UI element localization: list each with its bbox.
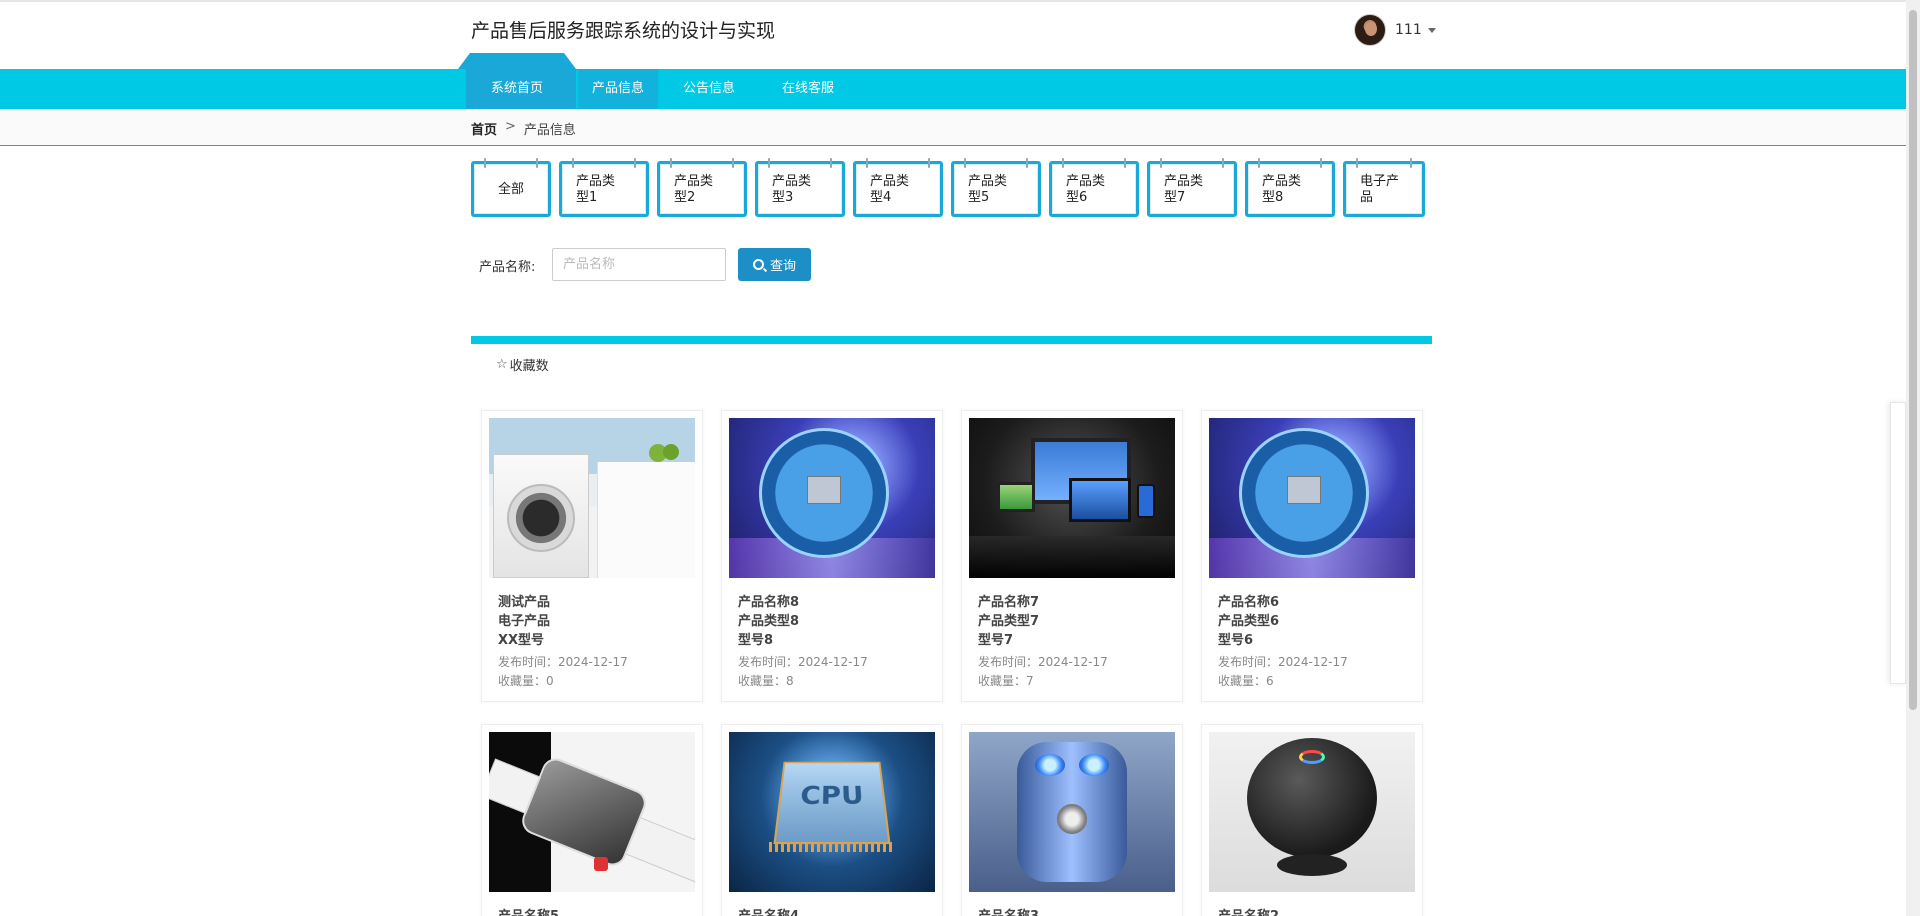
category-type-6[interactable]: 产品类型6	[1049, 158, 1139, 217]
product-card[interactable]: 产品名称3	[961, 724, 1183, 916]
search-button-label: 查询	[769, 259, 796, 274]
sort-bar-accent	[471, 336, 1432, 344]
product-name: 产品名称7	[978, 595, 1040, 610]
main-nav	[0, 69, 1906, 109]
product-model: 型号8	[738, 633, 774, 648]
product-card[interactable]: 测试产品 电子产品 XX型号 发布时间：2024-12-17 收藏量：0	[481, 410, 703, 702]
product-card[interactable]: 产品名称7 产品类型7 型号7 发布时间：2024-12-17 收藏量：7	[961, 410, 1183, 702]
nav-home-tab[interactable]: 系统首页	[458, 53, 576, 109]
search-label: 产品名称:	[479, 260, 536, 275]
page-header: 产品售后服务跟踪系统的设计与实现 111	[0, 2, 1920, 68]
product-image[interactable]	[969, 732, 1175, 892]
product-card[interactable]: CPU 产品名称4	[721, 724, 943, 916]
category-label: 产品类型1	[576, 174, 616, 205]
category-type-5[interactable]: 产品类型5	[951, 158, 1041, 217]
side-panel[interactable]	[1890, 402, 1906, 684]
product-model: 型号6	[1218, 633, 1254, 648]
category-label: 电子产品	[1360, 174, 1400, 205]
product-favorites: 收藏量：0	[498, 674, 554, 688]
product-publish-date: 发布时间：2024-12-17	[498, 655, 628, 669]
category-label: 产品类型8	[1262, 174, 1302, 205]
site-title: 产品售后服务跟踪系统的设计与实现	[471, 20, 776, 42]
category-type-8[interactable]: 产品类型8	[1245, 158, 1335, 217]
breadcrumb-bar: 首页 > 产品信息	[0, 110, 1906, 146]
chevron-down-icon[interactable]	[1427, 27, 1436, 33]
product-image[interactable]	[729, 418, 935, 578]
product-name-input[interactable]	[552, 248, 726, 281]
sort-label: 收藏数	[509, 359, 549, 374]
category-label: 产品类型4	[870, 174, 910, 205]
star-icon: ☆	[496, 357, 508, 372]
category-type-1[interactable]: 产品类型1	[559, 158, 649, 217]
product-name: 产品名称3	[978, 905, 1039, 916]
nav-item-products[interactable]: 产品信息	[578, 69, 658, 109]
nav-item-announcements[interactable]: 公告信息	[668, 69, 750, 109]
search-button[interactable]: 查询	[738, 248, 811, 281]
product-publish-date: 发布时间：2024-12-17	[738, 655, 868, 669]
product-card[interactable]: 产品名称8 产品类型8 型号8 发布时间：2024-12-17 收藏量：8	[721, 410, 943, 702]
product-card[interactable]: 产品名称6 产品类型6 型号6 发布时间：2024-12-17 收藏量：6	[1201, 410, 1423, 702]
breadcrumb: 首页 > 产品信息	[471, 119, 576, 138]
product-card[interactable]: 产品名称2	[1201, 724, 1423, 916]
category-label: 产品类型3	[772, 174, 812, 205]
product-type: 产品类型8	[738, 614, 800, 629]
category-type-4[interactable]: 产品类型4	[853, 158, 943, 217]
product-publish-date: 发布时间：2024-12-17	[1218, 655, 1348, 669]
product-image[interactable]: CPU	[729, 732, 935, 892]
product-name: 产品名称6	[1218, 595, 1280, 610]
category-label: 全部	[497, 182, 524, 197]
product-card[interactable]: 产品名称5	[481, 724, 703, 916]
product-image[interactable]	[969, 418, 1175, 578]
scrollbar-thumb[interactable]	[1909, 10, 1917, 710]
product-favorites: 收藏量：7	[978, 674, 1034, 688]
avatar[interactable]	[1354, 14, 1386, 46]
product-type: 产品类型6	[1218, 614, 1280, 629]
product-name: 测试产品	[498, 595, 551, 610]
product-name: 产品名称2	[1218, 905, 1279, 916]
product-model: 型号7	[978, 633, 1014, 648]
breadcrumb-home[interactable]: 首页	[471, 119, 497, 138]
product-name: 产品名称8	[738, 595, 800, 610]
username[interactable]: 111	[1395, 22, 1422, 38]
category-type-2[interactable]: 产品类型2	[657, 158, 747, 217]
product-image[interactable]	[489, 418, 695, 578]
product-image[interactable]	[1209, 732, 1415, 892]
user-menu[interactable]: 111	[1354, 13, 1436, 47]
sort-by-favorites[interactable]: ☆ 收藏数	[496, 355, 549, 374]
product-publish-date: 发布时间：2024-12-17	[978, 655, 1108, 669]
nav-item-online-service[interactable]: 在线客服	[766, 69, 850, 109]
category-type-3[interactable]: 产品类型3	[755, 158, 845, 217]
product-image[interactable]	[489, 732, 695, 892]
product-favorites: 收藏量：8	[738, 674, 794, 688]
product-name: 产品名称5	[498, 905, 559, 916]
breadcrumb-separator: >	[505, 119, 516, 134]
product-favorites: 收藏量：6	[1218, 674, 1274, 688]
category-type-7[interactable]: 产品类型7	[1147, 158, 1237, 217]
category-label: 产品类型6	[1066, 174, 1106, 205]
product-type: 产品类型7	[978, 614, 1040, 629]
product-type: 电子产品	[498, 614, 551, 629]
category-label: 产品类型2	[674, 174, 714, 205]
category-all[interactable]: 全部	[471, 158, 551, 217]
product-model: XX型号	[498, 633, 545, 648]
product-image[interactable]	[1209, 418, 1415, 578]
category-label: 产品类型7	[1164, 174, 1204, 205]
scrollbar[interactable]	[1906, 0, 1920, 916]
nav-home-label[interactable]: 系统首页	[458, 77, 576, 96]
category-label: 产品类型5	[968, 174, 1008, 205]
breadcrumb-current: 产品信息	[523, 123, 576, 138]
search-icon	[752, 259, 764, 270]
product-name: 产品名称4	[738, 905, 799, 916]
category-electronics[interactable]: 电子产品	[1343, 158, 1425, 217]
